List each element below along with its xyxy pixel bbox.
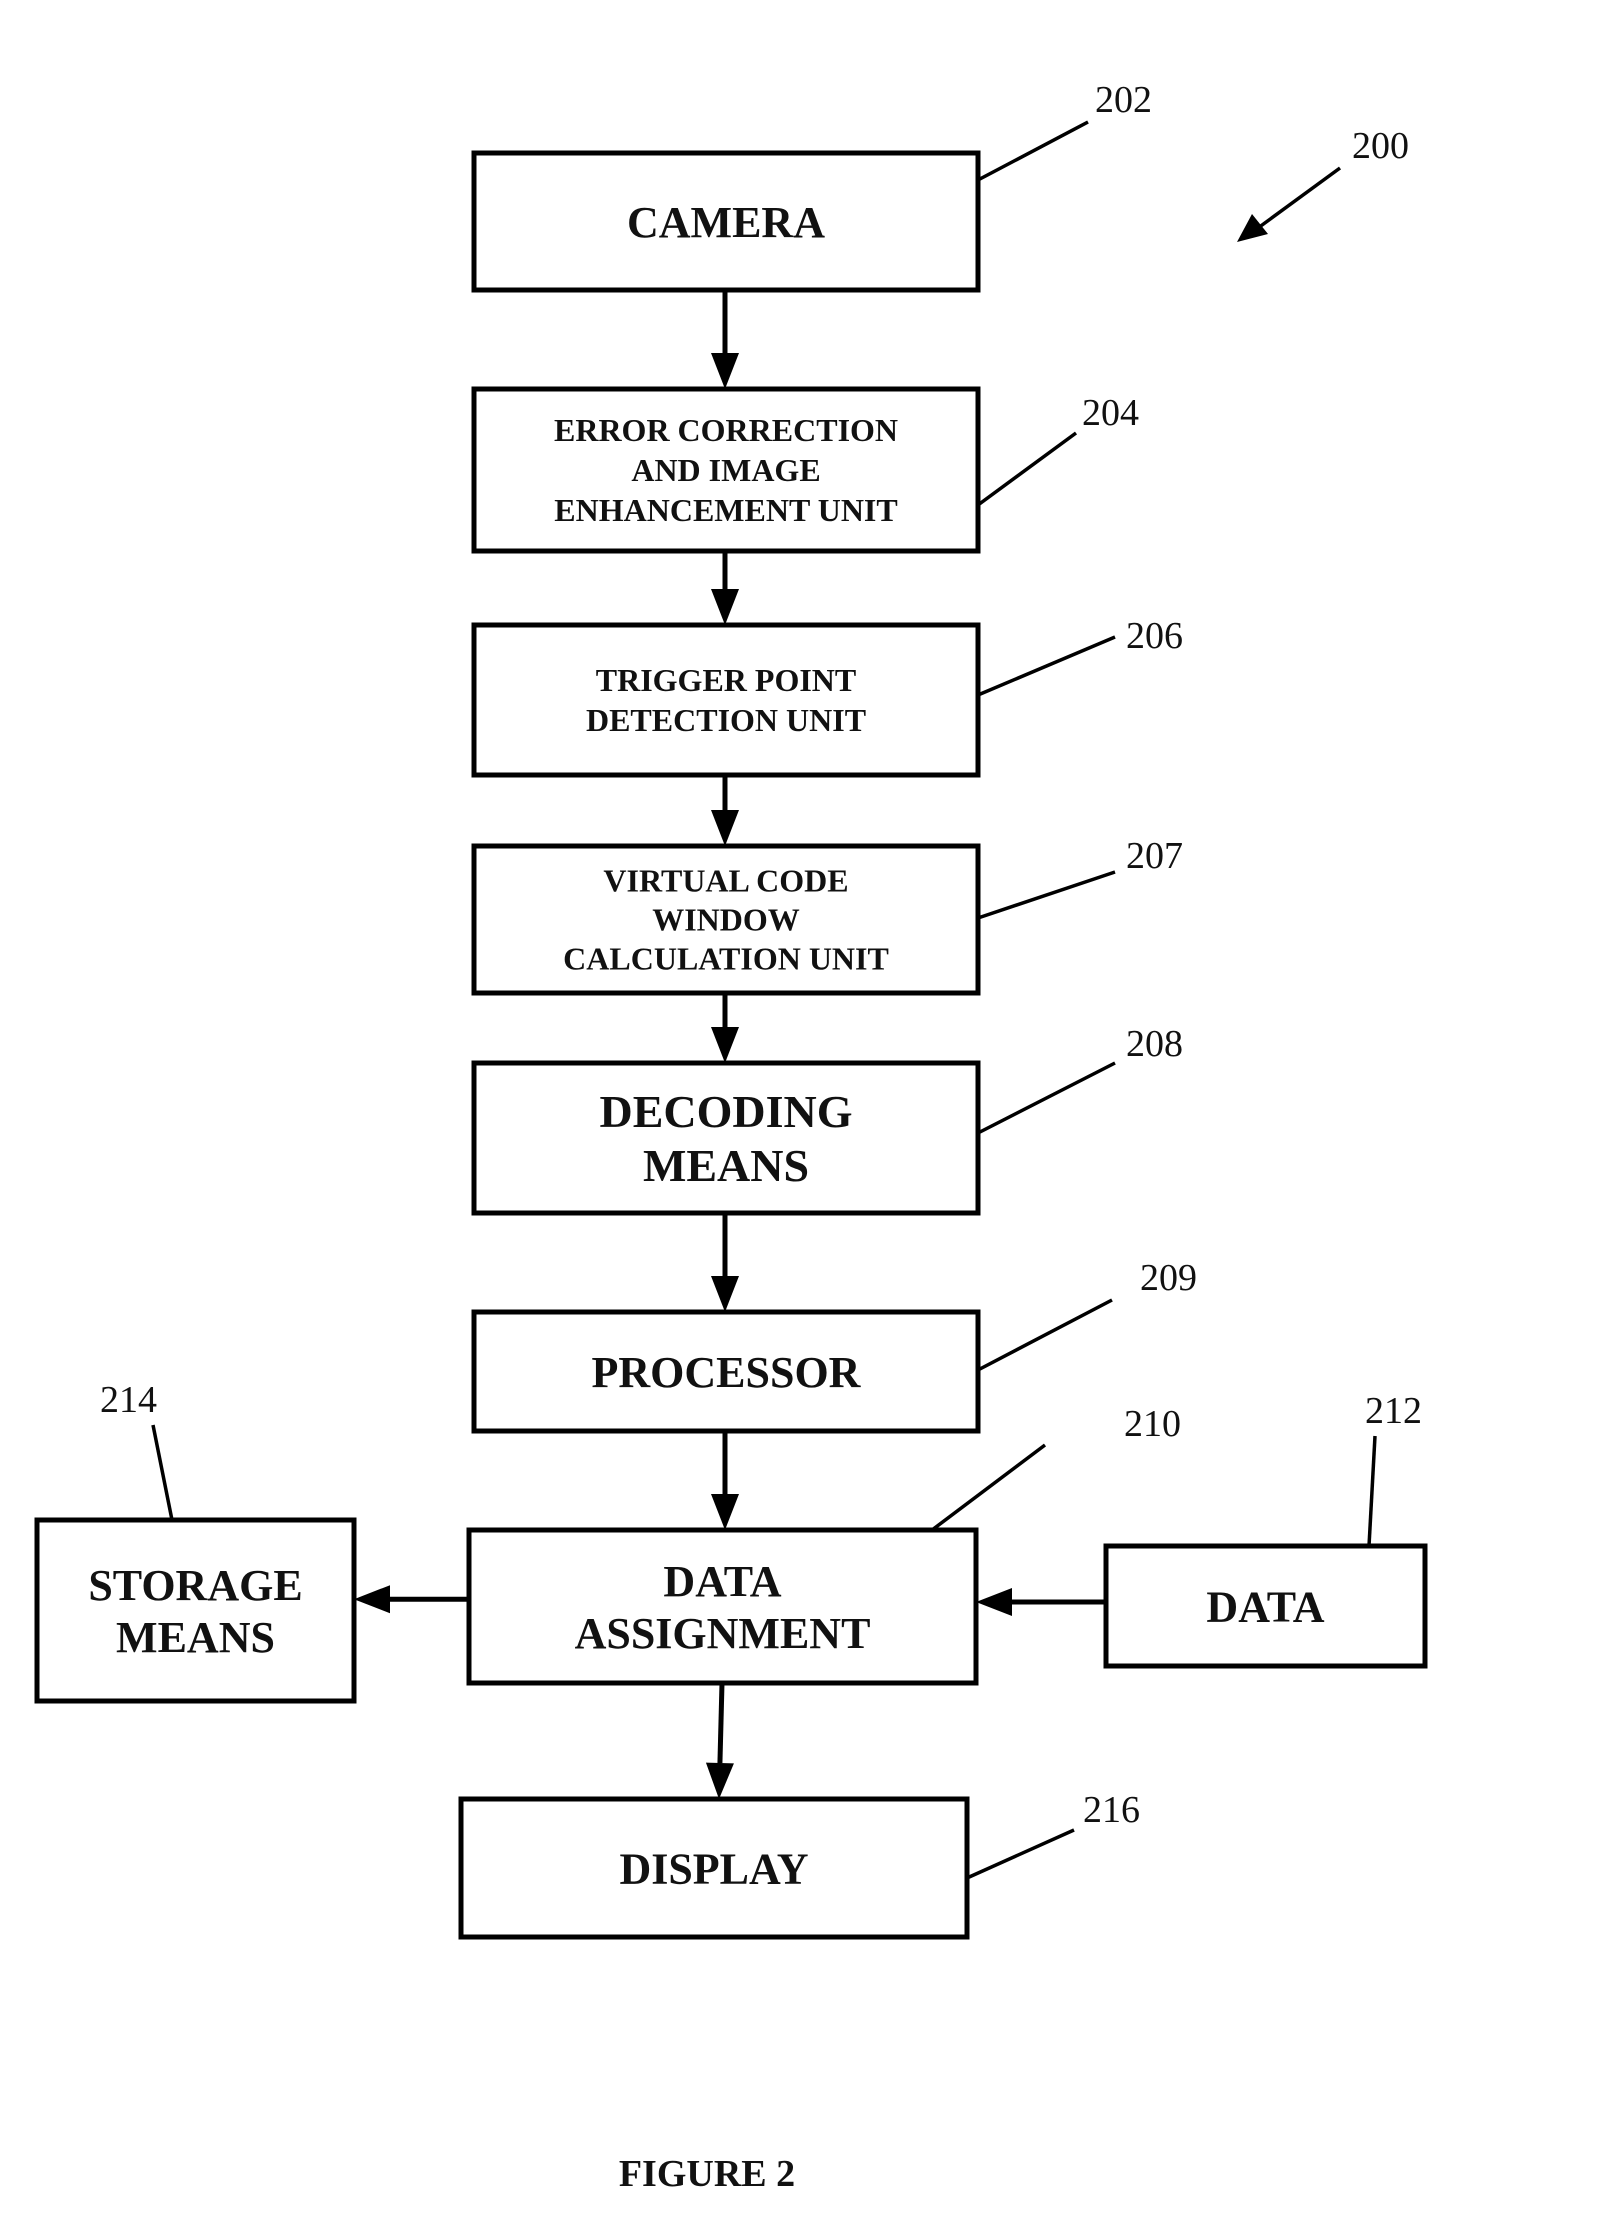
- storage-means-label-line: STORAGE: [88, 1561, 302, 1610]
- arrow-data-assignment-to-storage-means-arrowhead-icon: [354, 1585, 390, 1614]
- virtual-code-window-label-line: VIRTUAL CODE: [603, 863, 848, 899]
- block-decoding-means: DECODINGMEANS: [471, 1060, 981, 1216]
- data-assignment-label-line: ASSIGNMENT: [575, 1609, 871, 1658]
- storage-means-leader-line: [151, 1424, 174, 1521]
- storage-means-ref-numeral: 214: [100, 1379, 157, 1421]
- figure-caption: FIGURE 2: [619, 2153, 795, 2195]
- arrow-data-assignment-to-storage-means: [354, 1585, 469, 1614]
- block-camera: CAMERA: [471, 150, 981, 293]
- block-processor: PROCESSOR: [471, 1309, 981, 1434]
- decoding-means-ref-numeral: 208: [1126, 1023, 1183, 1065]
- storage-means-label-line: MEANS: [116, 1613, 275, 1662]
- storage-means-box: [34, 1517, 357, 1704]
- trigger-point-leader-line: [977, 635, 1116, 697]
- processor-label-line: PROCESSOR: [592, 1348, 862, 1397]
- data-assignment-label-line: DATA: [663, 1557, 781, 1606]
- arrow-data-assignment-to-display: [705, 1682, 734, 1799]
- block-display: DISPLAY: [458, 1796, 970, 1940]
- flow-diagram: 202 204 206 207 208 209 210 212 214 216 CAMERA ERR…: [34, 79, 1428, 2195]
- arrow-data-to-data-assignment: [976, 1588, 1106, 1616]
- arrow-trigger-point-to-virtual-code-window: [711, 775, 739, 846]
- trigger-point-box: [471, 622, 981, 778]
- data-assignment-leader-line: [930, 1443, 1047, 1532]
- arrow-processor-to-data-assignment-arrowhead-icon: [711, 1494, 739, 1530]
- arrow-error-correction-to-trigger-point-arrowhead-icon: [711, 589, 739, 625]
- decoding-means-label-line: DECODING: [599, 1086, 852, 1137]
- system-ref-label: 200: [1352, 125, 1409, 167]
- error-correction-leader-line: [976, 431, 1078, 507]
- arrow-virtual-code-window-to-decoding-means: [711, 993, 739, 1063]
- display-leader-line: [966, 1828, 1075, 1880]
- arrow-data-assignment-to-display-arrowhead-icon: [705, 1762, 734, 1799]
- block-error-correction: ERROR CORRECTION AND IMAGE ENHANCEMENT UNI…: [471, 386, 981, 554]
- error-correction-label-line: AND IMAGE: [631, 452, 820, 488]
- error-correction-label-line: ERROR CORRECTION: [554, 412, 898, 448]
- block-storage-means: STORAGEMEANS: [34, 1517, 357, 1704]
- arrow-decoding-means-to-processor: [711, 1213, 739, 1312]
- virtual-code-window-leader-line: [977, 870, 1116, 920]
- display-label-line: DISPLAY: [619, 1844, 808, 1893]
- data-leader-line: [1367, 1435, 1377, 1547]
- error-correction-label-line: ENHANCEMENT UNIT: [554, 492, 897, 528]
- display-ref-numeral: 216: [1083, 1789, 1140, 1831]
- arrow-data-to-data-assignment-arrowhead-icon: [976, 1588, 1012, 1616]
- data-assignment-box: [466, 1527, 979, 1686]
- arrow-processor-to-data-assignment: [711, 1431, 739, 1530]
- trigger-point-label-line: TRIGGER POINT: [596, 662, 856, 698]
- trigger-point-ref-numeral: 206: [1126, 615, 1183, 657]
- arrow-camera-to-error-correction: [711, 290, 739, 389]
- decoding-means-leader-line: [977, 1061, 1116, 1135]
- error-correction-ref-numeral: 204: [1082, 392, 1139, 434]
- system-ref-arrow-line: [1256, 166, 1342, 230]
- virtual-code-window-ref-numeral: 207: [1126, 835, 1183, 877]
- data-ref-numeral: 212: [1365, 1390, 1422, 1432]
- data-label-line: DATA: [1206, 1582, 1324, 1631]
- arrow-decoding-means-to-processor-arrowhead-icon: [711, 1276, 739, 1312]
- arrow-data-assignment-to-display-line: [717, 1682, 725, 1764]
- system-ref-arrowhead-icon: [1237, 214, 1268, 242]
- block-data-assignment: DATAASSIGNMENT: [466, 1527, 979, 1686]
- virtual-code-window-label-line: CALCULATION UNIT: [563, 941, 889, 977]
- data-assignment-ref-numeral: 210: [1124, 1403, 1181, 1445]
- arrow-error-correction-to-trigger-point: [711, 551, 739, 625]
- decoding-means-label-line: MEANS: [643, 1140, 809, 1191]
- arrow-camera-to-error-correction-arrowhead-icon: [711, 353, 739, 389]
- block-data: DATA: [1103, 1543, 1428, 1669]
- camera-ref-numeral: 202: [1095, 79, 1152, 121]
- block-virtual-code-window: VIRTUAL CODEWINDOWCALCULATION UNIT: [471, 843, 981, 996]
- arrow-trigger-point-to-virtual-code-window-arrowhead-icon: [711, 810, 739, 846]
- processor-ref-numeral: 209: [1140, 1257, 1197, 1299]
- block-trigger-point: TRIGGER POINT DETECTION UNIT: [471, 622, 981, 778]
- virtual-code-window-label-line: WINDOW: [652, 902, 800, 938]
- trigger-point-label-line: DETECTION UNIT: [586, 702, 866, 738]
- system-reference: 200: [1237, 125, 1409, 242]
- arrow-virtual-code-window-to-decoding-means-arrowhead-icon: [711, 1027, 739, 1063]
- processor-leader-line: [977, 1298, 1113, 1372]
- camera-label-line: CAMERA: [627, 198, 825, 247]
- camera-leader-line: [977, 120, 1089, 182]
